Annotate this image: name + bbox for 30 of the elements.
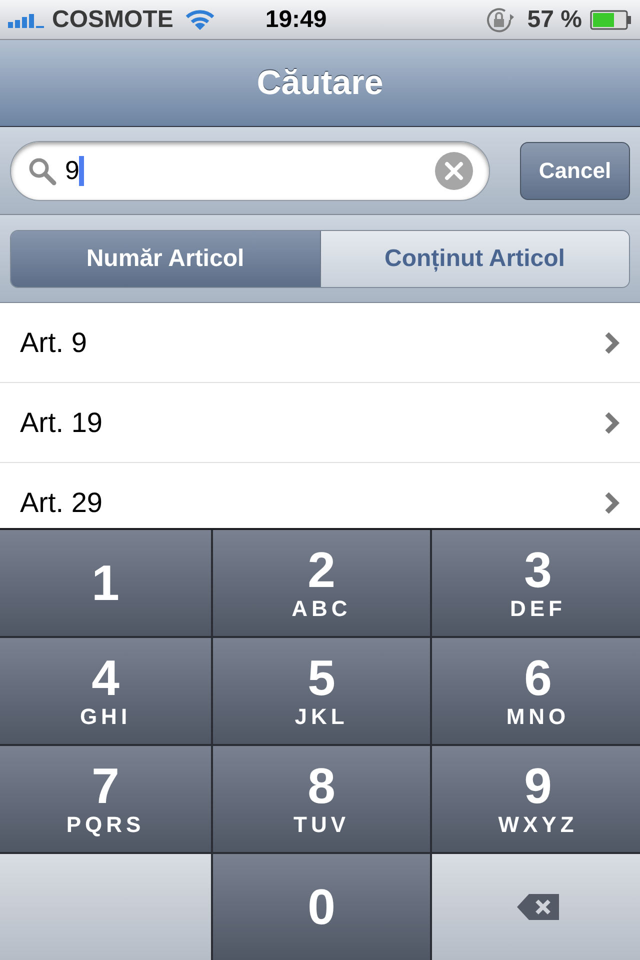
clock-time: 19:49 [265,4,327,34]
keypad-key[interactable]: 7 PQRS [0,746,211,852]
result-label: Art. 19 [20,406,104,440]
battery-icon [590,10,632,30]
text-cursor [79,156,84,186]
result-label: Art. 29 [20,486,104,520]
keypad-key[interactable]: 5 JKL [213,638,430,744]
segment-tab[interactable]: Conținut Articol [320,230,629,286]
nav-title: Căutare [256,62,384,104]
wifi-icon [185,8,216,30]
chevron-icon [604,330,620,354]
backspace-key[interactable] [432,854,640,960]
result-label: Art. 9 [20,326,88,360]
keypad-key[interactable]: 2 ABC [213,530,430,636]
keypad-key[interactable]: 1 [0,530,211,636]
search-icon [27,156,57,186]
segment-tab[interactable]: Număr Articol [11,230,320,286]
search-field[interactable]: 9 [10,140,490,200]
backspace-icon [515,892,561,922]
keypad-key[interactable]: 4 GHI [0,638,211,744]
cancel-button[interactable]: Cancel [520,142,630,200]
keypad-key[interactable]: 0 [213,854,430,960]
chevron-icon [604,410,620,434]
chevron-icon [604,490,620,514]
keypad-key[interactable]: 3 DEF [432,530,640,636]
keypad-key[interactable]: 9 WXYZ [432,746,640,852]
carrier-name: COSMOTE [52,4,174,34]
battery-percent: 57 % [527,4,582,34]
keypad-key[interactable]: 8 TUV [213,746,430,852]
keypad-key[interactable]: 6 MNO [432,638,640,744]
